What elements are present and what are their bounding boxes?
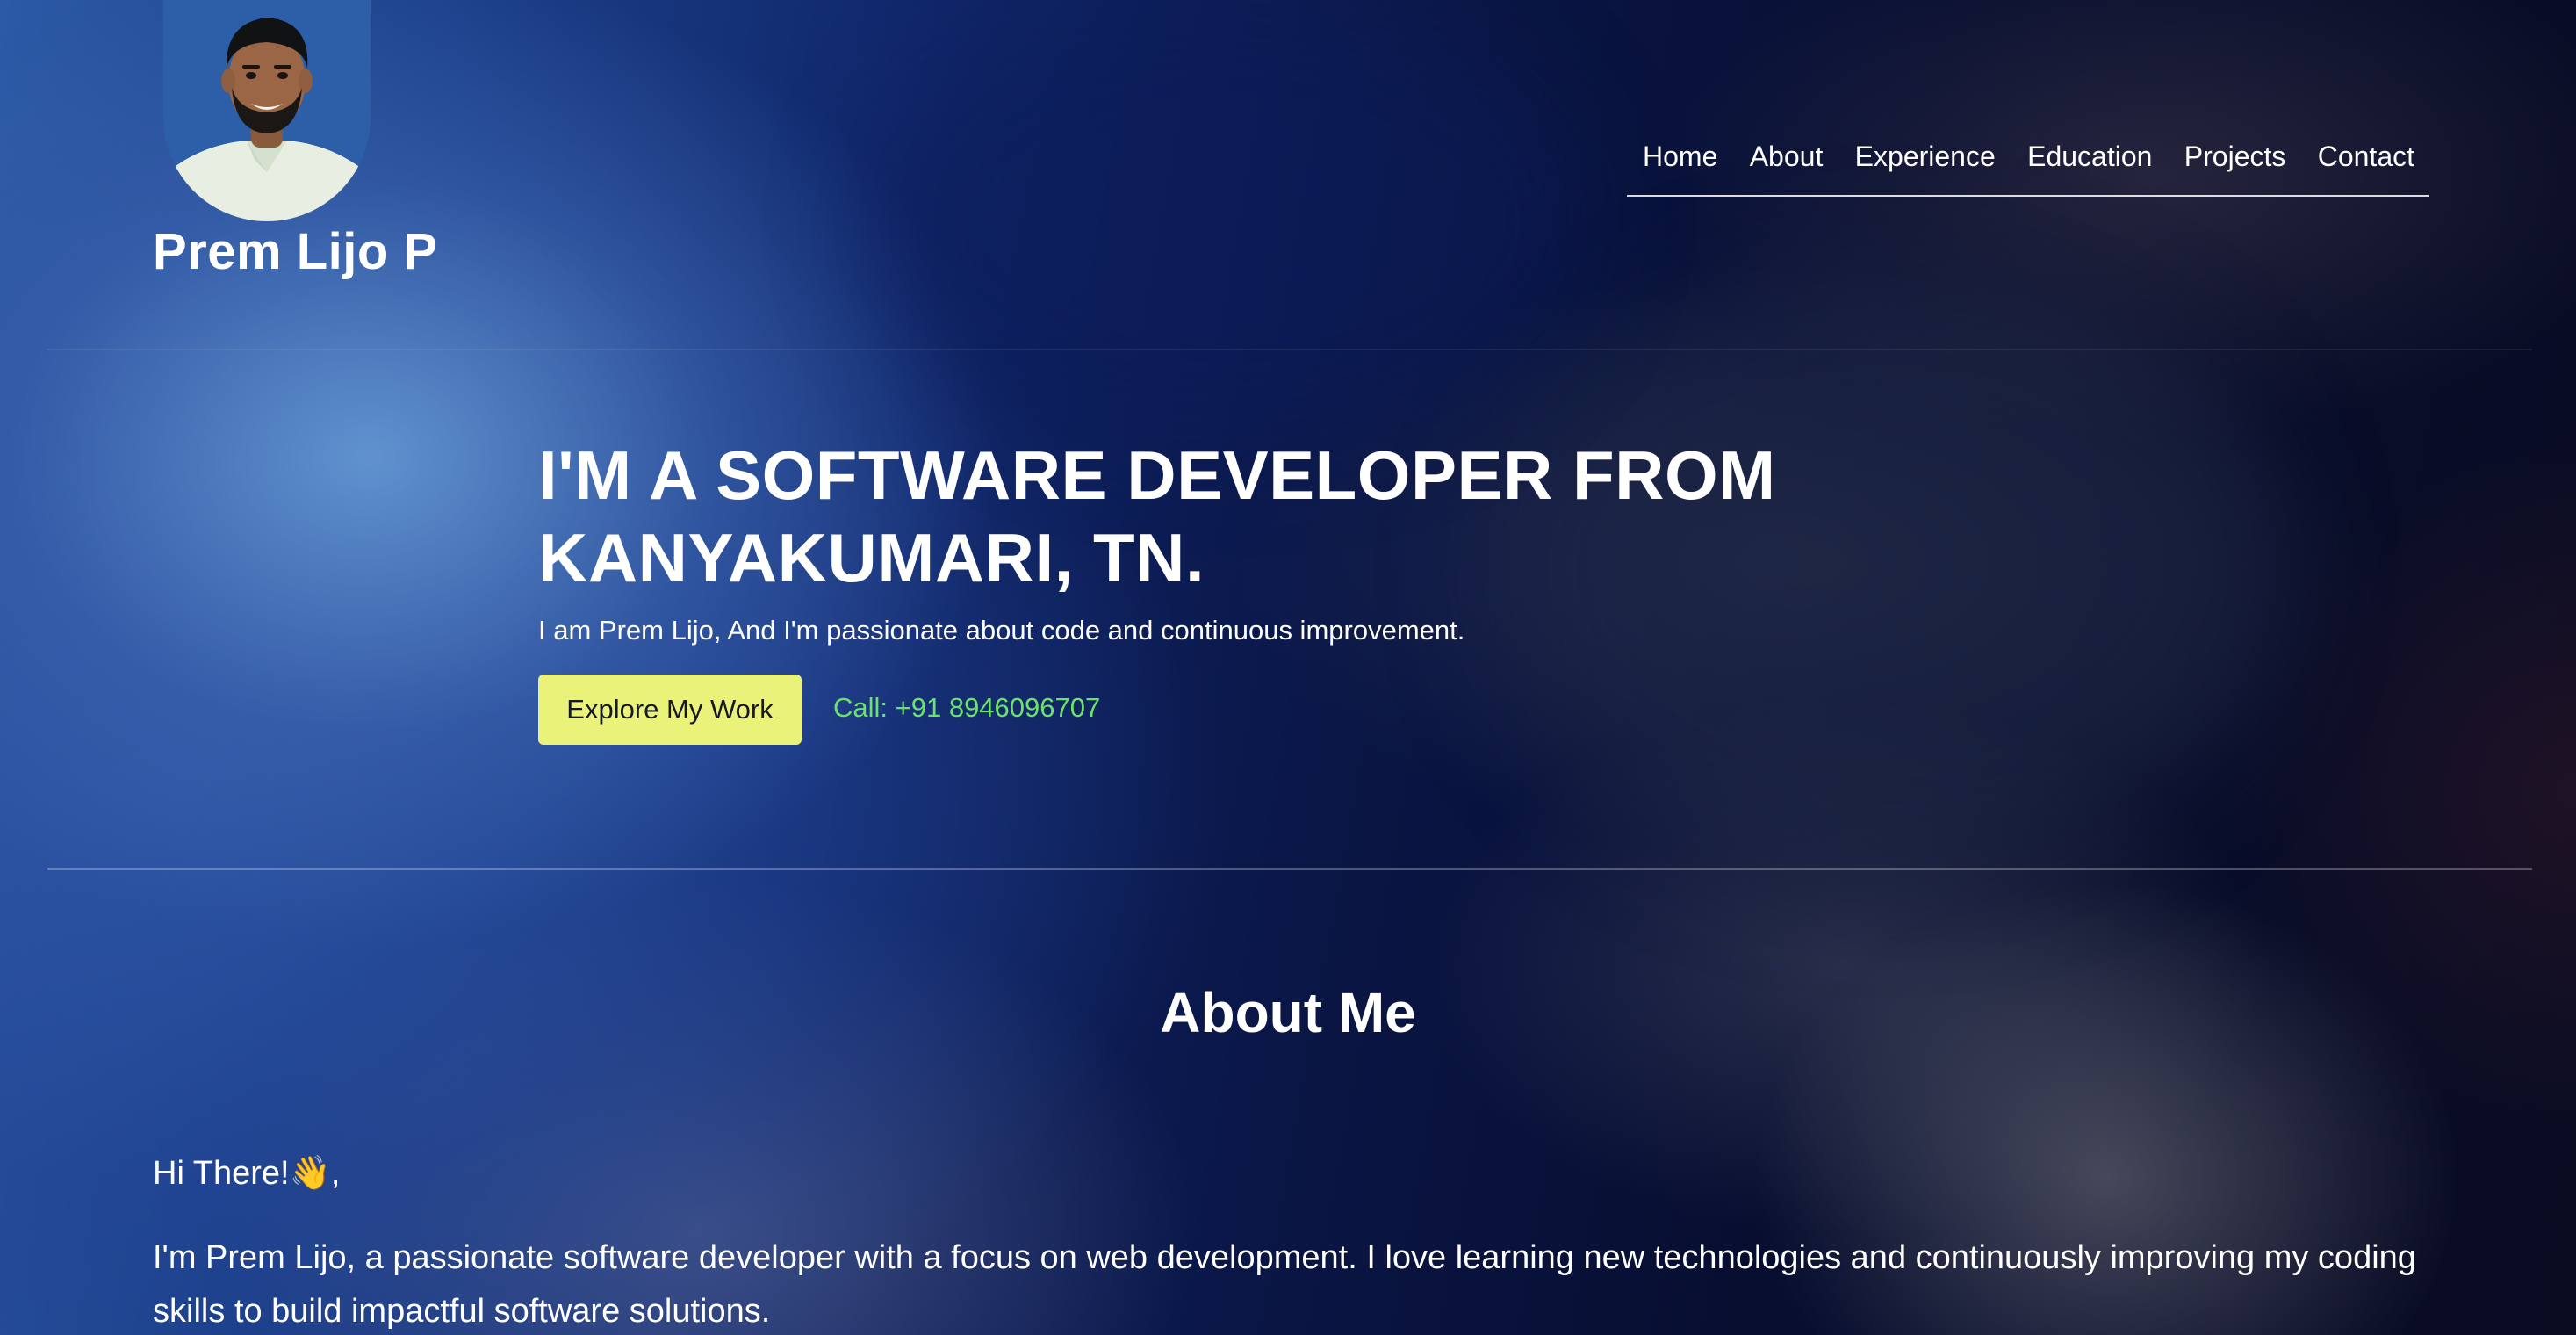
about-greeting: Hi There!👋, xyxy=(153,1155,341,1192)
hero-actions: Explore My Work Call: +91 8946096707 xyxy=(538,675,2031,745)
nav-item-contact[interactable]: Contact xyxy=(2318,141,2414,173)
site-header: Prem Lijo P Home About Experience Educat… xyxy=(0,0,2576,350)
nav-item-home[interactable]: Home xyxy=(1643,141,1717,173)
hero-title: I'M A SOFTWARE DEVELOPER FROM KANYAKUMAR… xyxy=(538,434,2031,599)
nav-item-projects[interactable]: Projects xyxy=(2184,141,2286,173)
call-link[interactable]: Call: +91 8946096707 xyxy=(833,692,1100,724)
hero-title-line-2: KANYAKUMARI, TN. xyxy=(538,519,1205,596)
profile-photo-icon xyxy=(163,0,371,221)
hero-section: I'M A SOFTWARE DEVELOPER FROM KANYAKUMAR… xyxy=(538,434,2031,745)
about-paragraph: I'm Prem Lijo, a passionate software dev… xyxy=(153,1239,2416,1330)
avatar xyxy=(163,0,371,221)
brand-name: Prem Lijo P xyxy=(153,223,438,280)
section-divider xyxy=(47,868,2532,870)
brand[interactable]: Prem Lijo P xyxy=(153,0,443,290)
about-heading: About Me xyxy=(1160,981,1416,1044)
hero-title-line-1: I'M A SOFTWARE DEVELOPER FROM xyxy=(538,437,1776,514)
hero-subtitle: I am Prem Lijo, And I'm passionate about… xyxy=(538,615,1465,646)
header-divider xyxy=(47,349,2532,350)
nav-item-about[interactable]: About xyxy=(1750,141,1824,173)
nav-item-education[interactable]: Education xyxy=(2027,141,2152,173)
explore-my-work-button[interactable]: Explore My Work xyxy=(538,675,802,745)
nav-item-experience[interactable]: Experience xyxy=(1855,141,1996,173)
main-nav: Home About Experience Education Projects… xyxy=(1627,134,2429,197)
